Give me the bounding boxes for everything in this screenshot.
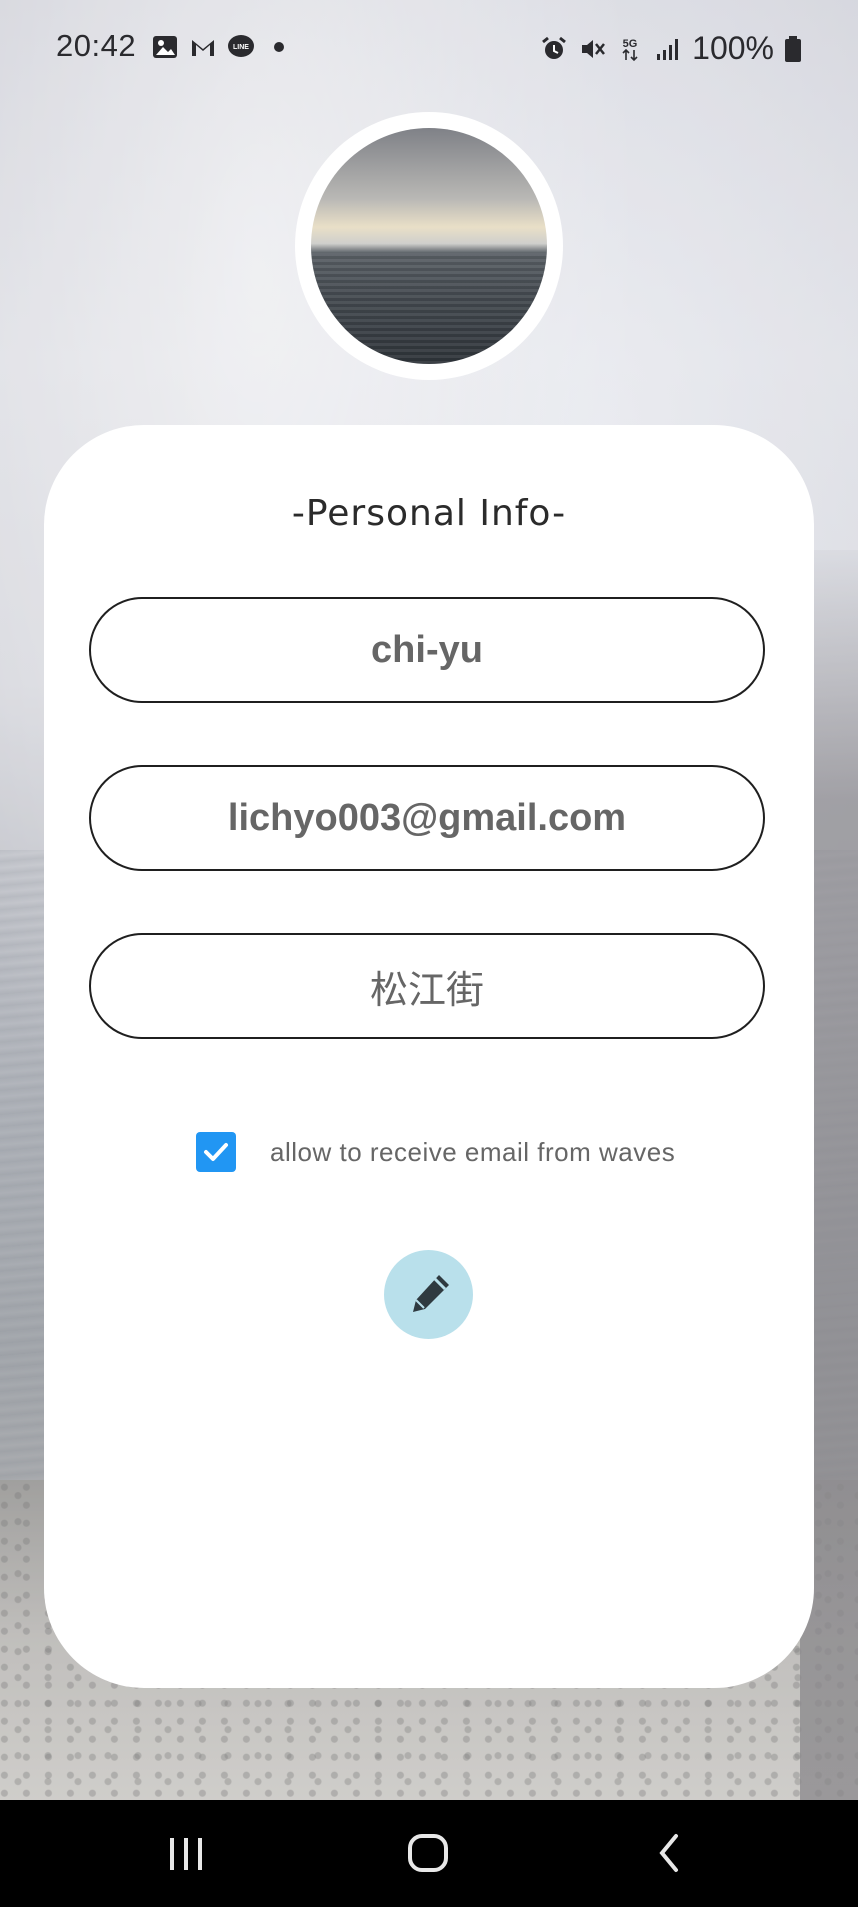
mute-icon (582, 39, 606, 58)
pencil-icon (412, 1274, 449, 1312)
back-icon[interactable] (654, 1828, 684, 1878)
gallery-icon (153, 36, 177, 58)
check-icon (204, 1143, 228, 1161)
name-field[interactable]: chi-yu (89, 597, 765, 703)
svg-text:LINE: LINE (233, 44, 249, 51)
alarm-icon (542, 36, 567, 59)
signal-icon (657, 38, 679, 60)
email-consent-checkbox[interactable] (196, 1132, 236, 1172)
recent-apps-icon[interactable] (166, 1828, 206, 1878)
email-consent-row[interactable]: allow to receive email from waves (196, 1132, 675, 1172)
email-consent-label: allow to receive email from waves (270, 1136, 676, 1167)
dot-icon (274, 42, 284, 52)
5g-icon: 5G (622, 38, 638, 61)
svg-text:5G: 5G (623, 38, 638, 50)
personal-info-card: -Personal Info- chi-yu lichyo003@gmail.c… (44, 425, 814, 1688)
status-time: 20:42 (56, 28, 137, 63)
card-title: -Personal Info- (291, 493, 567, 534)
battery-percent: 100% (692, 30, 774, 66)
email-field[interactable]: lichyo003@gmail.com (89, 765, 765, 871)
battery-icon (785, 35, 801, 62)
line-icon: LINE (228, 35, 254, 57)
gmail-icon (192, 40, 214, 56)
profile-avatar[interactable] (311, 128, 547, 364)
profile-avatar-frame[interactable] (295, 112, 563, 380)
address-field[interactable]: 松江街 (89, 933, 765, 1039)
edit-button[interactable] (384, 1250, 473, 1339)
system-nav-bar (0, 1800, 858, 1907)
home-icon[interactable] (406, 1828, 452, 1878)
status-bar: 20:42 LINE 5G 100% (0, 0, 858, 96)
